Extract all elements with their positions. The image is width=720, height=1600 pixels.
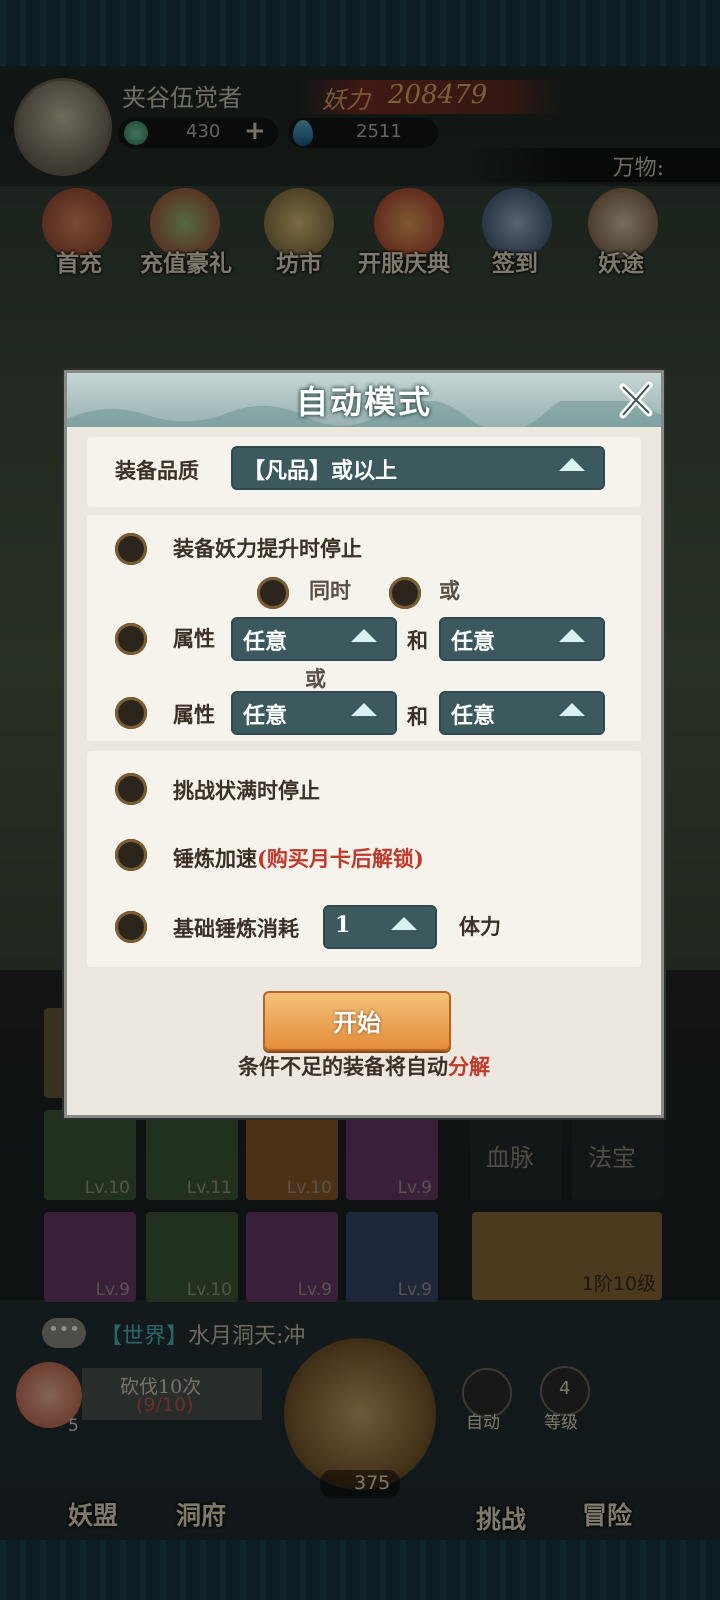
attr2-radio[interactable] <box>115 697 147 729</box>
cost-unit: 体力 <box>459 914 501 939</box>
stop-power-radio[interactable] <box>115 533 147 565</box>
mode-or-label: 或 <box>439 578 460 603</box>
start-button-label: 开始 <box>333 1008 381 1037</box>
stop-challenge-label: 挑战状满时停止 <box>173 778 320 803</box>
attr2-a-value: 任意 <box>243 703 288 729</box>
cost-radio[interactable] <box>115 911 147 943</box>
close-icon <box>619 381 653 419</box>
dropdown-arrow-icon <box>559 458 585 471</box>
attr2-b-select[interactable]: 任意 <box>439 691 605 735</box>
speed-radio[interactable] <box>115 839 147 871</box>
attr1-label: 属性 <box>173 626 215 651</box>
attr1-a-select[interactable]: 任意 <box>231 617 397 661</box>
attr1-radio[interactable] <box>115 623 147 655</box>
speed-locked-note: (购买月卡后解锁) <box>257 846 424 871</box>
attr2-a-select[interactable]: 任意 <box>231 691 397 735</box>
speed-option: 锤炼加速(购买月卡后解锁) <box>173 843 424 873</box>
attr1-b-value: 任意 <box>451 629 496 655</box>
note-prefix: 条件不足的装备将自动 <box>238 1054 448 1079</box>
auto-mode-dialog: 自动模式 装备品质 【凡品】或以上 装备妖力提升时停止 同时 或 属性 任意 和… <box>64 370 664 1118</box>
or-between-label: 或 <box>305 666 326 691</box>
dropdown-arrow-icon <box>559 629 585 642</box>
mode-both-label: 同时 <box>309 578 351 603</box>
dropdown-arrow-icon <box>391 917 417 930</box>
attr2-label: 属性 <box>173 702 215 727</box>
mode-both-radio[interactable] <box>257 577 289 609</box>
dropdown-arrow-icon <box>351 629 377 642</box>
stop-power-label: 装备妖力提升时停止 <box>173 536 362 561</box>
dialog-title: 自动模式 <box>295 383 432 421</box>
attr1-b-select[interactable]: 任意 <box>439 617 605 661</box>
decompose-note: 条件不足的装备将自动分解 <box>67 1051 661 1081</box>
attr1-a-value: 任意 <box>243 629 288 655</box>
cost-value: 1 <box>335 912 351 938</box>
quality-value: 【凡品】或以上 <box>243 458 398 484</box>
start-button[interactable]: 开始 <box>263 991 451 1051</box>
stop-challenge-radio[interactable] <box>115 773 147 805</box>
speed-label: 锤炼加速 <box>173 846 257 871</box>
dropdown-arrow-icon <box>559 703 585 716</box>
dropdown-arrow-icon <box>351 703 377 716</box>
cost-select[interactable]: 1 <box>323 905 437 949</box>
note-action: 分解 <box>448 1054 490 1079</box>
quality-select[interactable]: 【凡品】或以上 <box>231 446 605 490</box>
and-label: 和 <box>407 628 428 653</box>
attr2-b-value: 任意 <box>451 703 496 729</box>
mode-or-radio[interactable] <box>389 577 421 609</box>
and-label: 和 <box>407 704 428 729</box>
quality-label: 装备品质 <box>115 458 199 483</box>
cost-label: 基础锤炼消耗 <box>173 916 299 941</box>
close-button[interactable] <box>615 379 657 421</box>
